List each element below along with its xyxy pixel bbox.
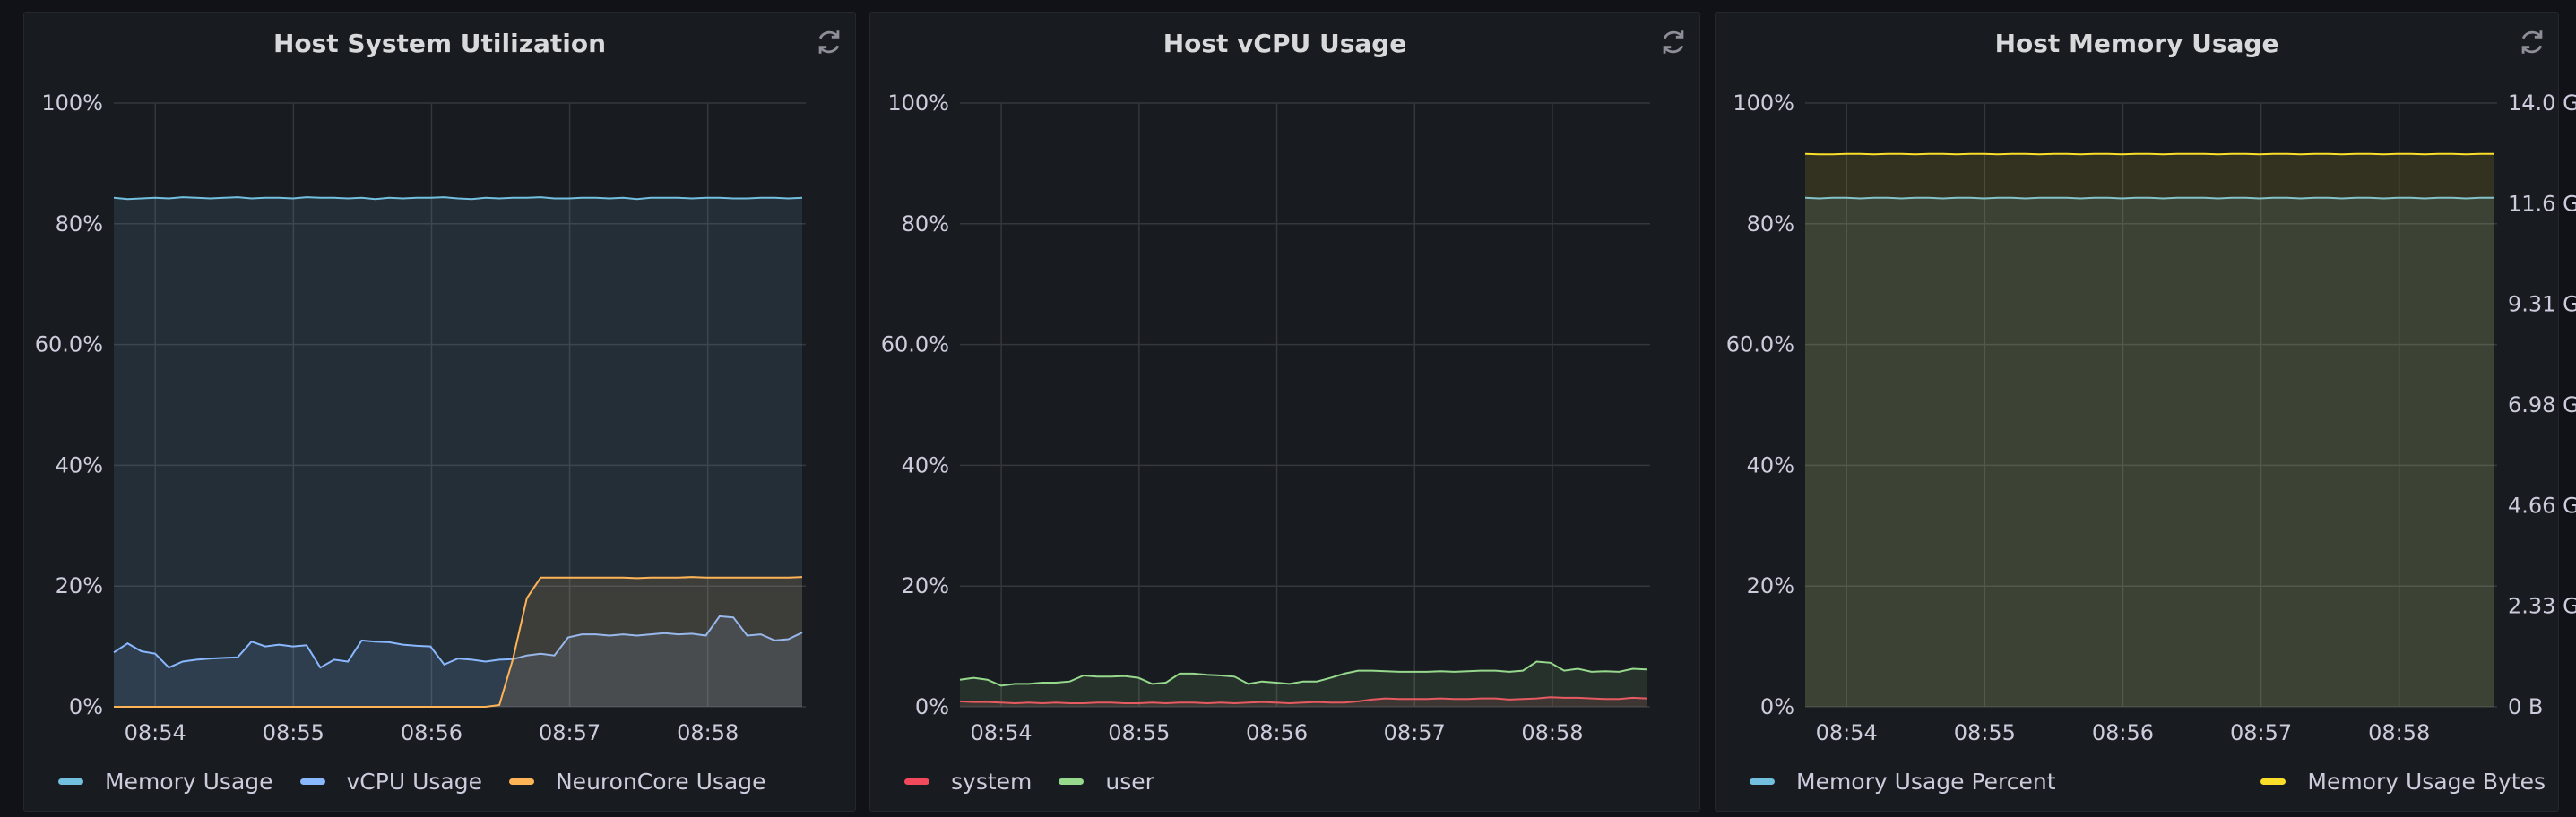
legend-label: Memory Usage Percent xyxy=(1796,768,2056,795)
legend-item[interactable]: Memory Usage Bytes xyxy=(2260,769,2546,795)
legend-label: vCPU Usage xyxy=(346,768,482,795)
y-tick-label: 100% xyxy=(41,90,103,116)
x-tick-label: 08:58 xyxy=(2368,720,2430,745)
series-area xyxy=(960,661,1647,707)
legend-swatch xyxy=(508,778,534,785)
y-tick-label: 0% xyxy=(1760,694,1794,719)
x-tick-label: 08:56 xyxy=(401,720,462,745)
y-tick-label: 40% xyxy=(902,452,949,477)
chart-legend: system user xyxy=(904,763,1687,799)
chart-legend: Memory Usage vCPU Usage NeuronCore Usage xyxy=(58,763,843,799)
series-line[interactable] xyxy=(1804,152,2494,156)
chart-legend: Memory Usage Percent Memory Usage Bytes xyxy=(1750,763,2546,799)
x-tick-label: 08:56 xyxy=(1246,720,1308,745)
y-tick-label: 80% xyxy=(1747,211,1794,236)
y2-tick-label: 14.0 GiB xyxy=(2508,90,2576,116)
chart-plot[interactable]: 0% 20% 40% 60.0% 80% 100% 08:54 08:55 08:56 08:57… xyxy=(870,13,1701,756)
y-tick-label: 80% xyxy=(56,211,103,236)
legend-item[interactable]: Memory Usage xyxy=(58,769,273,795)
y2-tick-label: 2.33 GiB xyxy=(2508,594,2576,619)
x-tick-label: 08:57 xyxy=(1384,720,1446,745)
x-tick-label: 08:58 xyxy=(677,720,739,745)
legend-label: NeuronCore Usage xyxy=(555,768,766,795)
y-tick-label: 20% xyxy=(56,573,103,598)
y-tick-label: 100% xyxy=(887,90,949,116)
y2-tick-label: 11.6 GiB xyxy=(2508,191,2576,216)
y-tick-label: 40% xyxy=(1747,452,1794,477)
y-tick-label: 60.0% xyxy=(35,332,103,357)
series-line[interactable] xyxy=(113,196,803,201)
legend-item[interactable]: Memory Usage Percent xyxy=(1750,769,2056,795)
x-tick-label: 08:55 xyxy=(1954,720,2016,745)
x-tick-label: 08:55 xyxy=(263,720,324,745)
legend-swatch xyxy=(1059,778,1085,785)
panel-host-memory-usage: Host Memory Usage 0% 20% 40% 60.0% 80% 100% 0 … xyxy=(1715,12,2576,812)
x-tick-label: 08:55 xyxy=(1108,720,1170,745)
legend-swatch xyxy=(904,778,929,785)
y2-tick-label: 4.66 GiB xyxy=(2508,493,2576,518)
y-tick-label: 80% xyxy=(902,211,949,236)
y2-tick-label: 0 B xyxy=(2508,694,2543,719)
legend-swatch xyxy=(299,778,325,785)
legend-item[interactable]: vCPU Usage xyxy=(299,768,482,795)
y-tick-label: 60.0% xyxy=(1726,332,1794,357)
y-tick-label: 100% xyxy=(1733,90,1794,116)
series-area xyxy=(1805,153,2494,708)
legend-swatch xyxy=(1750,778,1775,785)
x-tick-label: 08:58 xyxy=(1521,720,1583,745)
x-tick-label: 08:57 xyxy=(539,720,601,745)
legend-label: Memory Usage Bytes xyxy=(2307,768,2546,795)
y-tick-label: 20% xyxy=(1747,573,1794,598)
y2-tick-label: 6.98 GiB xyxy=(2508,392,2576,417)
panel-host-system-utilization: Host System Utilization 0% 20% 40% 60.0% 80%… xyxy=(23,12,856,812)
chart-plot[interactable]: 0% 20% 40% 60.0% 80% 100% 0 B 2.33 GiB 4.66 GiB 6… xyxy=(1716,13,2576,756)
y-tick-label: 20% xyxy=(902,573,949,598)
y-tick-label: 0% xyxy=(69,694,103,719)
y-tick-label: 40% xyxy=(56,452,103,477)
x-tick-label: 08:54 xyxy=(1816,720,1878,745)
x-tick-label: 08:56 xyxy=(2092,720,2154,745)
x-tick-label: 08:54 xyxy=(125,720,186,745)
y-tick-label: 0% xyxy=(915,694,949,719)
y-tick-label: 60.0% xyxy=(881,332,949,357)
legend-label: system xyxy=(951,768,1033,795)
legend-swatch xyxy=(2260,778,2286,785)
legend-label: Memory Usage xyxy=(105,768,273,795)
panel-host-vcpu-usage: Host vCPU Usage 0% 20% 40% 60.0% 80% 100% 08:5… xyxy=(869,12,1700,812)
x-tick-label: 08:57 xyxy=(2230,720,2292,745)
legend-item[interactable]: system xyxy=(904,769,1032,795)
y2-tick-label: 9.31 GiB xyxy=(2508,292,2576,317)
x-tick-label: 08:54 xyxy=(971,720,1033,745)
legend-label: user xyxy=(1105,768,1154,795)
legend-item[interactable]: NeuronCore Usage xyxy=(508,768,766,795)
legend-swatch xyxy=(58,778,83,785)
chart-plot[interactable]: 0% 20% 40% 60.0% 80% 100% 08:54 08:55 08:56 08:57… xyxy=(24,13,857,756)
legend-item[interactable]: user xyxy=(1059,769,1154,795)
